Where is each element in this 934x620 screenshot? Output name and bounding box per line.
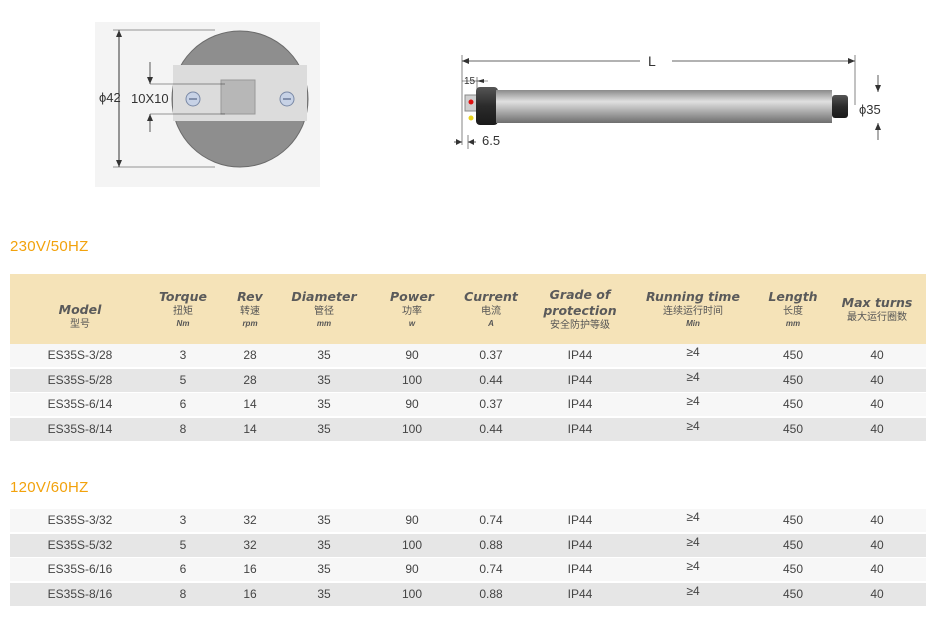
length-label: L (648, 53, 656, 69)
column-header-unit: A (488, 319, 494, 328)
table-cell: IP44 (567, 586, 593, 601)
table-cell: IP44 (567, 421, 593, 436)
column-header: Max turns 最大运行圈数 (817, 274, 934, 344)
section-title-230v: 230V/50HZ (10, 238, 89, 255)
column-header-zh: 最大运行圈数 (847, 311, 907, 323)
column-header-zh: 安全防护等级 (550, 319, 610, 331)
column-header-en2: protection (543, 302, 617, 318)
table-cell: IP44 (567, 562, 593, 576)
section-title-120v: 120V/60HZ (10, 479, 89, 496)
end-diameter-label: ϕ42 (99, 90, 121, 105)
table-row: ES35S-5/32 5 32 35 100 0.88 IP44 ≥4 450 40 (10, 533, 926, 557)
table-cell: IP44 (567, 397, 593, 411)
column-header-zh: 转速 (240, 306, 260, 317)
table-row: ES35S-6/16 6 16 35 90 0.74 IP44 ≥4 450 40 (10, 558, 926, 581)
table-cell: ES35S-5/28 (47, 372, 113, 387)
column-header-unit: Nm (176, 319, 190, 328)
column-header-en: Model (58, 301, 102, 317)
column-header-unit: w (408, 319, 416, 328)
table-row: ES35S-5/28 5 28 35 100 0.44 IP44 ≥4 450 40 (10, 368, 926, 392)
end-slot-label: 10X10 (131, 91, 169, 106)
table-cell: ES35S-6/16 (47, 562, 113, 576)
column-header-en: Rev (237, 289, 263, 304)
column-header-unit: mm (316, 319, 332, 328)
column-header-zh: 管径 (314, 306, 334, 317)
head-length-label: 15 (464, 76, 476, 87)
column-header-unit: Min (686, 319, 700, 328)
column-header-zh: 型号 (70, 318, 90, 330)
column-header-en: Diameter (291, 289, 357, 304)
table-row: ES35S-8/16 8 16 35 100 0.88 IP44 ≥4 450 40 (10, 582, 926, 606)
spec-table-230v: Model 型号 Torque 扭矩 Nm Rev 转速 rpm Diameter 管径 mm Pow… (10, 274, 926, 441)
table-cell: 40 (870, 537, 884, 552)
table-cell: 40 (870, 348, 884, 362)
side-view-diagram: L 15 6.5 ϕ35 (440, 45, 900, 160)
end-view-diagram: ϕ42 10X10 (95, 22, 320, 187)
column-header-en: Running time (646, 289, 740, 304)
table-cell: IP44 (567, 537, 593, 552)
column-header-unit: rpm (242, 319, 258, 328)
column-header-en: Power (390, 289, 434, 304)
side-view-drawing (454, 55, 881, 149)
table-cell: IP44 (567, 372, 593, 387)
table-cell: 40 (870, 562, 884, 576)
column-header-zh: 连续运行时间 (663, 306, 723, 317)
table-row: ES35S-6/14 6 14 35 90 0.37 IP44 ≥4 450 40 (10, 393, 926, 416)
table-cell: ES35S-8/16 (47, 586, 113, 601)
column-header-zh: 长度 (783, 306, 803, 317)
table-cell: ES35S-6/14 (47, 397, 113, 411)
column-header-zh: 电流 (481, 306, 501, 317)
column-header-en: Grade of (549, 286, 611, 302)
spec-table-120v: ES35S-3/32 3 32 35 90 0.74 IP44 ≥4 450 40 ES35S-5/… (10, 509, 926, 606)
table-cell: 40 (870, 513, 884, 527)
table-row: ES35S-3/32 3 32 35 90 0.74 IP44 ≥4 450 40 (10, 509, 926, 532)
table-cell: 40 (870, 586, 884, 601)
column-header: Model 型号 (20, 274, 140, 344)
table-row: ES35S-8/14 8 14 35 100 0.44 IP44 ≥4 450 40 (10, 417, 926, 441)
column-header-en: Length (768, 289, 818, 304)
column-header-zh: 功率 (402, 306, 422, 317)
column-header-en: Max turns (841, 294, 913, 310)
offset-label: 6.5 (482, 133, 501, 148)
table-cell: 40 (870, 397, 884, 411)
end-view-drawing (113, 29, 309, 168)
table-cell: ES35S-3/32 (47, 513, 113, 527)
table-cell: ES35S-8/14 (47, 421, 113, 436)
table-cell: 40 (870, 372, 884, 387)
table-cell: IP44 (567, 348, 593, 362)
table-header: Model 型号 Torque 扭矩 Nm Rev 转速 rpm Diameter 管径 mm Pow… (10, 274, 926, 344)
column-header-unit: mm (785, 319, 801, 328)
table-cell: 40 (870, 421, 884, 436)
table-cell: ES35S-3/28 (47, 348, 113, 362)
table-row: ES35S-3/28 3 28 35 90 0.37 IP44 ≥4 450 40 (10, 344, 926, 367)
column-header: Grade of protection 安全防护等级 (520, 274, 640, 344)
column-header-en: Current (464, 289, 518, 304)
table-cell: IP44 (567, 513, 593, 527)
table-cell: ES35S-5/32 (47, 537, 113, 552)
tube-diameter-label: ϕ35 (859, 102, 881, 117)
